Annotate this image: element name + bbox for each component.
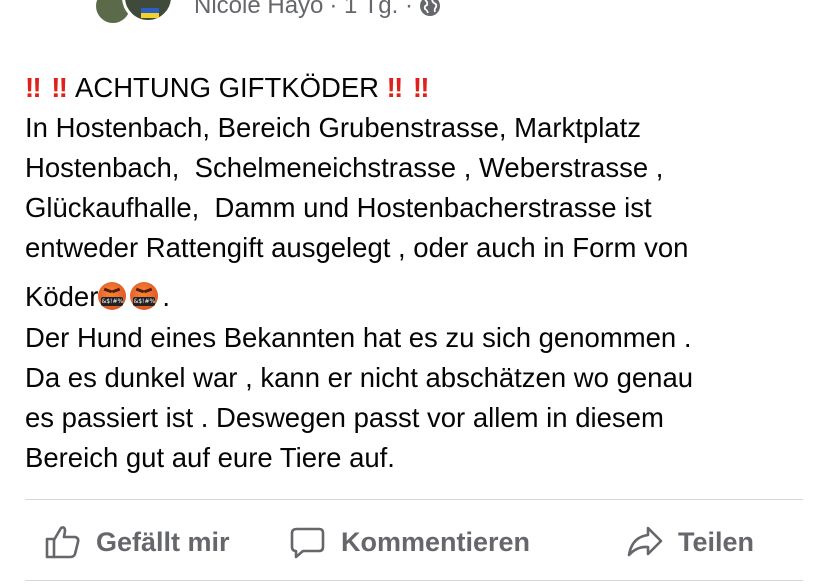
author-name[interactable]: Nicole Hayo	[194, 0, 323, 20]
comment-button[interactable]: Kommentieren	[289, 518, 530, 566]
double-exclamation-emoji: ‼ ‼	[386, 72, 431, 103]
post-actions-bar: Gefällt mir Kommentieren Teilen	[0, 518, 828, 566]
post-text-line: es passiert ist . Deswegen passt vor all…	[25, 402, 664, 433]
like-button[interactable]: Gefällt mir	[44, 518, 230, 566]
comment-label: Kommentieren	[341, 526, 531, 557]
share-label: Teilen	[678, 526, 755, 557]
divider	[25, 580, 803, 581]
post-header: Nicole Hayo · 1 Tg. ·	[96, 0, 441, 26]
post-text-line: Der Hund eines Bekannten hat es zu sich …	[25, 322, 692, 353]
share-button[interactable]: Teilen	[626, 518, 754, 566]
author-avatar[interactable]	[96, 0, 174, 23]
share-arrow-icon	[627, 526, 663, 557]
post-text-line: Glückaufhalle, Damm und Hostenbacherstra…	[25, 192, 652, 223]
post-text-line: Köder &$!#% &$!#%.	[25, 281, 171, 312]
post-text: ‼ ‼ ACHTUNG GIFTKÖDER ‼ ‼ In Hostenbach,…	[25, 68, 815, 478]
comment-bubble-icon	[290, 527, 325, 559]
post-text-line: In Hostenbach, Bereich Grubenstrasse, Ma…	[25, 112, 641, 143]
cursing-face-emoji: &$!#%	[98, 282, 127, 310]
post-text-line: ‼ ‼ ACHTUNG GIFTKÖDER ‼ ‼	[25, 72, 431, 103]
post-text-line: Bereich gut auf eure Tiere auf.	[25, 442, 395, 473]
post-text-line: Da es dunkel war , kann er nicht abschät…	[25, 362, 694, 393]
double-exclamation-emoji: ‼ ‼	[25, 72, 69, 103]
globe-icon	[419, 0, 441, 17]
cursing-face-emoji: &$!#%	[130, 282, 159, 310]
thumbs-up-icon	[45, 526, 80, 559]
post-time[interactable]: · 1 Tg. ·	[329, 0, 413, 20]
post-text-line: Hostenbach, Schelmeneichstrasse , Webers…	[25, 152, 664, 183]
post-text-line: entweder Rattengift ausgelegt , oder auc…	[25, 232, 689, 263]
like-label: Gefällt mir	[96, 526, 230, 557]
divider	[25, 499, 803, 500]
post-meta: Nicole Hayo · 1 Tg. ·	[194, 0, 441, 20]
